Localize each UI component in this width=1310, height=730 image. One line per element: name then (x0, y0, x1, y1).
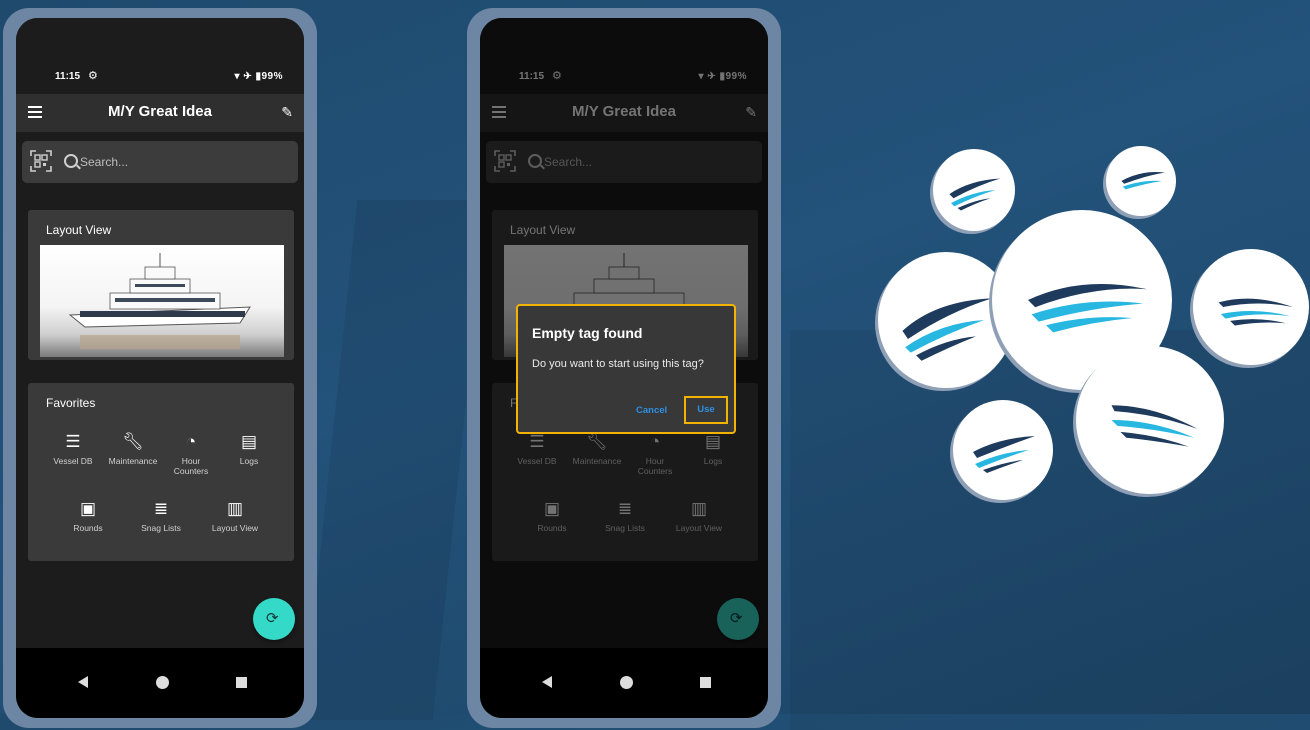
clipboard-icon: ▣ (79, 499, 97, 518)
settings-status-icon: ⚙ (88, 70, 98, 82)
status-time: 11:15 (55, 71, 81, 82)
dialog-title: Empty tag found (532, 325, 643, 341)
favorites-card: Favorites ☰Vessel DB 🔧︎Maintenance ◔Hour… (28, 383, 294, 561)
app-title: M/Y Great Idea (108, 103, 212, 120)
yacht-layout-image[interactable] (40, 245, 284, 357)
book-icon: ▤ (240, 432, 258, 451)
card-title: Favorites (46, 396, 96, 410)
logo-bubble (953, 400, 1053, 500)
card-title: Layout View (46, 223, 112, 237)
wrench-icon: 🔧︎ (122, 432, 144, 451)
app-bar: M/Y Great Idea ✎ (16, 94, 304, 132)
phone-frame-left: 11:15 ⚙ ▾ ✈ ▮99% M/Y Great Idea ✎ Search… (3, 8, 317, 728)
favorite-hour-counters[interactable]: ◔Hour Counters (158, 431, 224, 476)
recents-icon[interactable] (236, 677, 247, 688)
back-icon[interactable] (78, 676, 88, 688)
sync-icon: ⟳ (266, 610, 279, 627)
home-icon[interactable] (156, 676, 169, 689)
database-icon: ☰ (65, 432, 81, 451)
use-button[interactable]: Use (684, 396, 728, 424)
android-nav-bar (16, 648, 304, 718)
search-bar[interactable]: Search... (22, 141, 298, 183)
background-building-shape (302, 200, 488, 720)
search-input[interactable]: Search... (80, 155, 128, 169)
dialog-message: Do you want to start using this tag? (532, 358, 704, 370)
favorite-layout-view[interactable]: ▥Layout View (202, 498, 268, 533)
phone-screen-left: 11:15 ⚙ ▾ ✈ ▮99% M/Y Great Idea ✎ Search… (16, 18, 304, 718)
favorite-maintenance[interactable]: 🔧︎Maintenance (100, 431, 166, 466)
phone-frame-right: 11:15 ⚙ ▾ ✈ ▮99% M/Y Great Idea ✎ Search… (467, 8, 781, 728)
map-icon: ▥ (226, 499, 244, 518)
logo-bubble (1076, 346, 1224, 494)
favorite-logs[interactable]: ▤Logs (216, 431, 282, 466)
favorite-snag-lists[interactable]: ≣Snag Lists (128, 498, 194, 533)
list-icon: ≣ (153, 499, 169, 518)
android-nav-bar (480, 648, 768, 718)
empty-tag-dialog: Empty tag found Do you want to start usi… (516, 304, 736, 434)
wand-icon[interactable]: ✎ (281, 104, 293, 121)
back-icon[interactable] (542, 676, 552, 688)
recents-icon[interactable] (700, 677, 711, 688)
search-icon (64, 154, 78, 168)
status-bar: 11:15 ⚙ ▾ ✈ ▮99% (16, 18, 304, 94)
logo-bubble (1106, 146, 1176, 216)
qr-scan-icon[interactable] (30, 150, 52, 172)
cancel-button[interactable]: Cancel (636, 405, 667, 416)
background-building-shape (790, 330, 1310, 730)
favorite-rounds[interactable]: ▣Rounds (55, 498, 121, 533)
clock-icon: ◔ (185, 432, 197, 451)
favorite-vessel-db[interactable]: ☰Vessel DB (40, 431, 106, 466)
battery-level: 99% (261, 71, 283, 82)
sync-button[interactable]: ⟳ (253, 598, 295, 640)
home-icon[interactable] (620, 676, 633, 689)
status-indicators: ▾ ✈ ▮99% (234, 71, 283, 82)
layout-view-card[interactable]: Layout View (28, 210, 294, 360)
phone-screen-right: 11:15 ⚙ ▾ ✈ ▮99% M/Y Great Idea ✎ Search… (480, 18, 768, 718)
